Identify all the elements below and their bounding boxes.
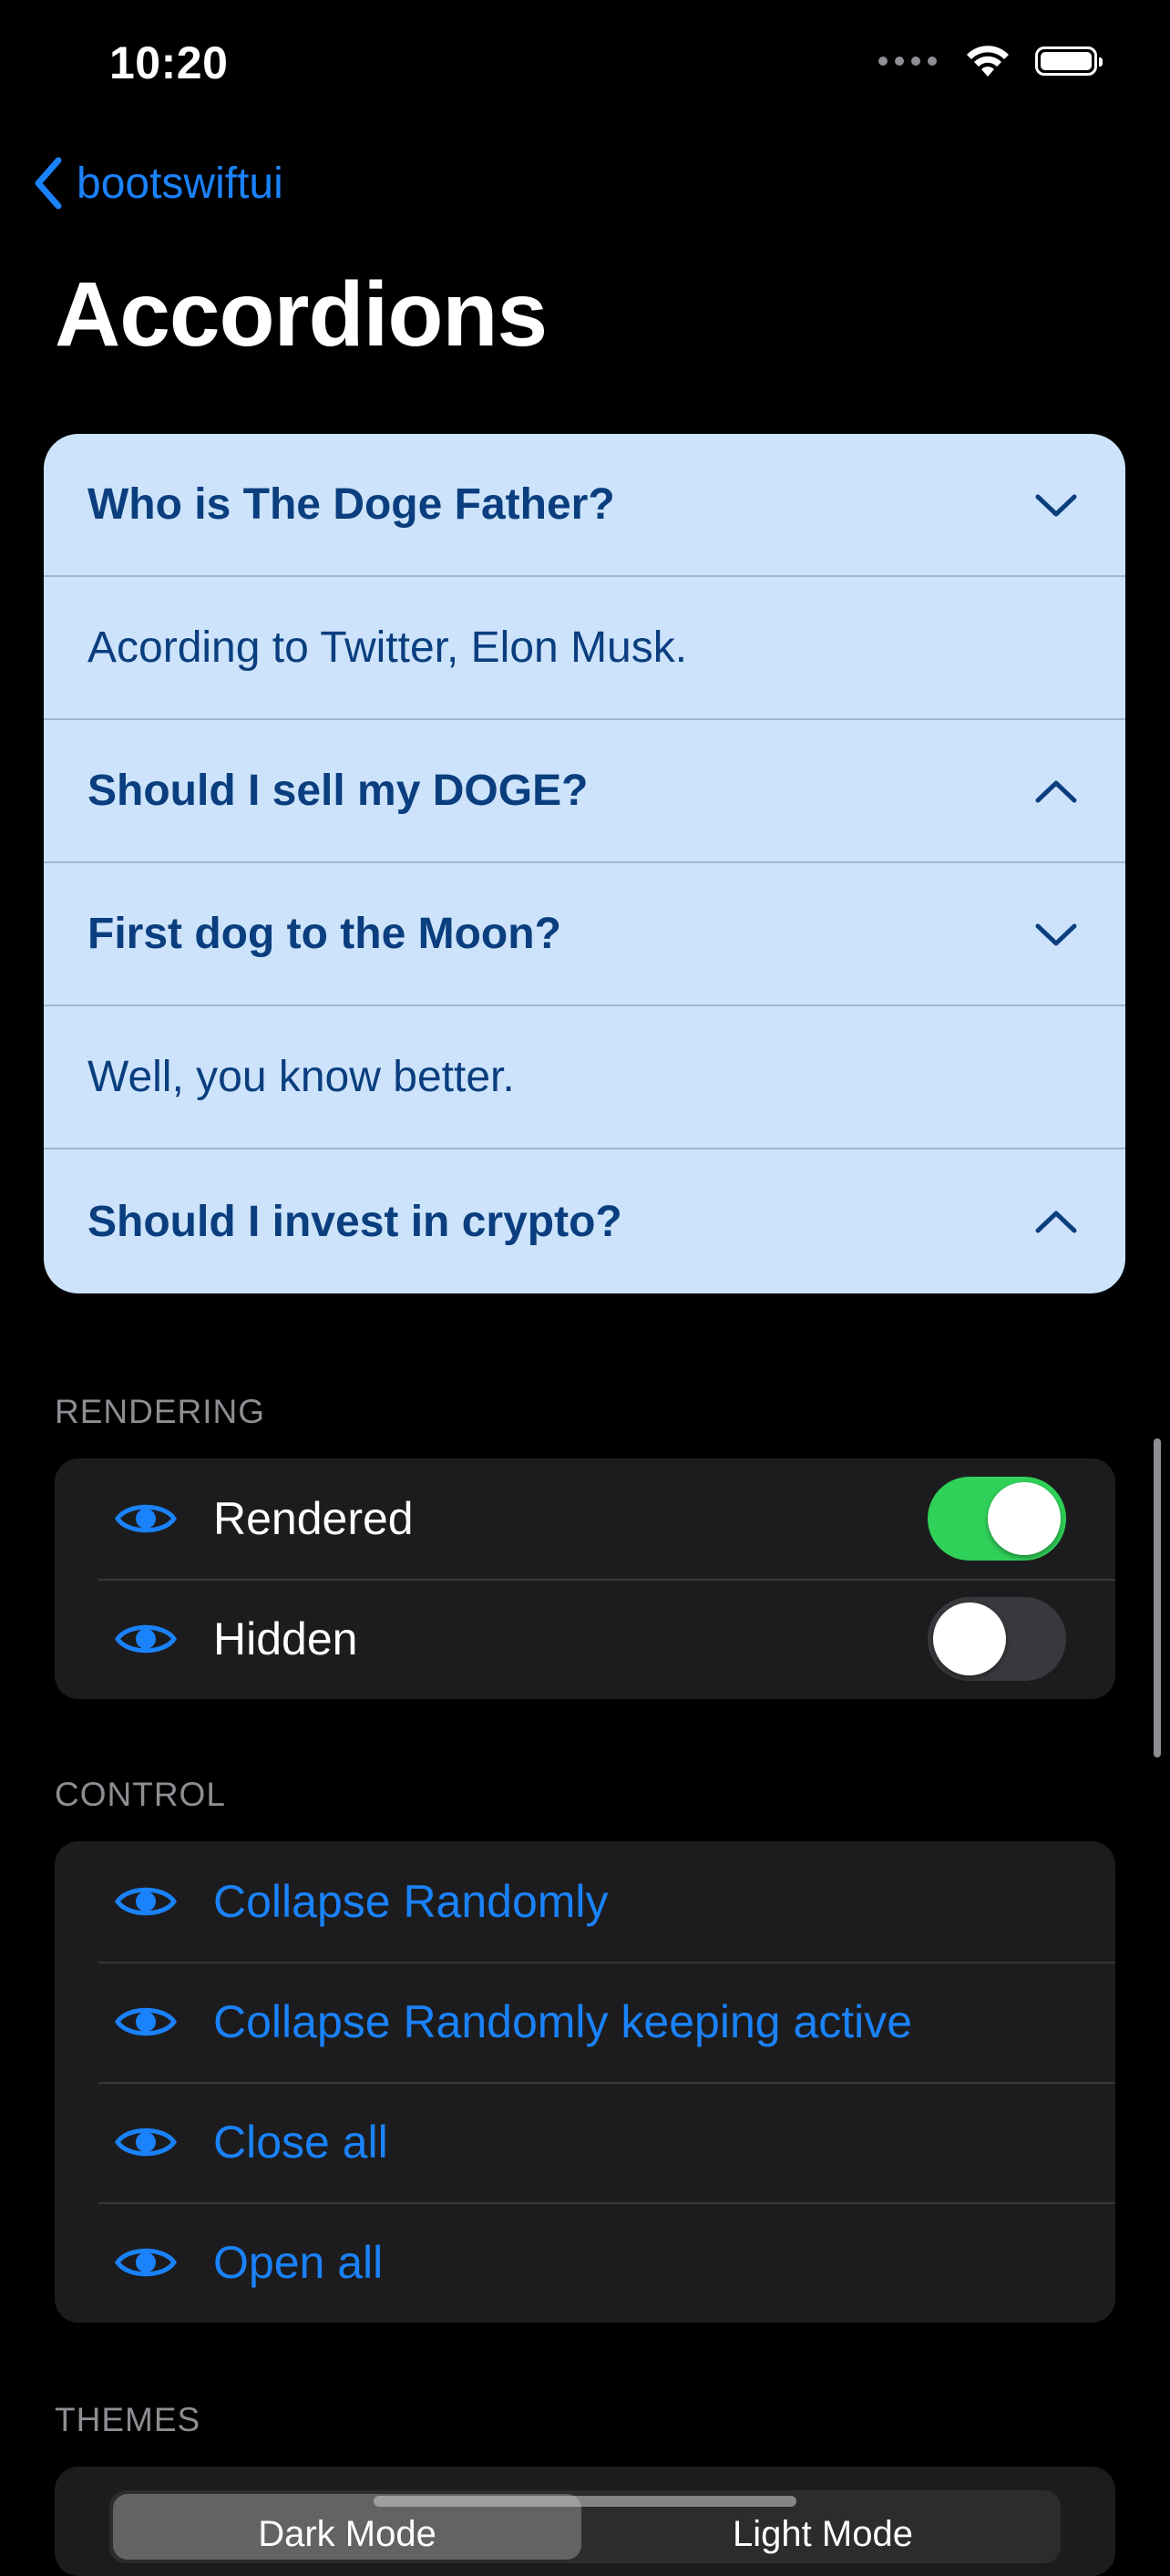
- rendering-row-rendered: Rendered: [55, 1458, 1115, 1579]
- rendering-row-hidden: Hidden: [55, 1579, 1115, 1699]
- eye-icon: [115, 1887, 177, 1916]
- rendering-group: Rendered Hidden: [55, 1458, 1115, 1699]
- control-label: Collapse Randomly keeping active: [213, 1996, 913, 2047]
- accordion-header-label: Should I invest in crypto?: [87, 1197, 622, 1246]
- chevron-down-icon: [1035, 923, 1077, 945]
- status-time: 10:20: [109, 37, 229, 88]
- accordion-header-label: First dog to the Moon?: [87, 910, 561, 958]
- chevron-up-icon: [1035, 780, 1077, 802]
- control-label: Collapse Randomly: [213, 1876, 609, 1927]
- hidden-toggle[interactable]: [928, 1597, 1066, 1681]
- rendering-label: Hidden: [213, 1613, 358, 1664]
- rendered-toggle[interactable]: [928, 1477, 1066, 1561]
- accordion-header-label: Who is The Doge Father?: [87, 480, 615, 529]
- control-label: Close all: [213, 2117, 388, 2168]
- battery-icon: [1035, 46, 1103, 76]
- back-label: bootswiftui: [77, 159, 283, 208]
- back-button[interactable]: bootswiftui: [33, 157, 283, 210]
- accordion-content-dog-moon: Well, you know better.: [44, 1006, 1125, 1149]
- home-indicator[interactable]: [374, 2496, 796, 2507]
- accordion-header-sell-doge[interactable]: Should I sell my DOGE?: [44, 720, 1125, 863]
- eye-icon: [115, 2007, 177, 2036]
- accordion-header-invest-crypto[interactable]: Should I invest in crypto?: [44, 1149, 1125, 1293]
- section-label-rendering: RENDERING: [55, 1393, 266, 1430]
- section-label-themes: THEMES: [55, 2401, 201, 2438]
- control-collapse-randomly-keeping-active-button[interactable]: Collapse Randomly keeping active: [55, 1962, 1115, 2082]
- themes-group: Dark Mode Light Mode: [55, 2467, 1115, 2576]
- scrollbar[interactable]: [1154, 1438, 1161, 1757]
- status-icons: [878, 44, 1103, 78]
- chevron-down-icon: [1035, 494, 1077, 516]
- rendering-label: Rendered: [213, 1493, 414, 1544]
- accordion-header-dog-moon[interactable]: First dog to the Moon?: [44, 863, 1125, 1006]
- control-group: Collapse Randomly Collapse Randomly keep…: [55, 1841, 1115, 2323]
- eye-icon: [115, 2248, 177, 2277]
- chevron-left-icon: [35, 157, 62, 210]
- control-close-all-button[interactable]: Close all: [55, 2082, 1115, 2202]
- cellular-signal-icon: [878, 57, 937, 66]
- accordion: Who is The Doge Father? Acording to Twit…: [44, 434, 1125, 1293]
- control-open-all-button[interactable]: Open all: [55, 2202, 1115, 2323]
- eye-icon: [115, 1624, 177, 1654]
- accordion-content-text: Well, you know better.: [87, 1053, 515, 1101]
- wifi-icon: [967, 46, 1009, 77]
- control-label: Open all: [213, 2237, 384, 2288]
- accordion-header-label: Should I sell my DOGE?: [87, 767, 589, 815]
- accordion-header-doge-father[interactable]: Who is The Doge Father?: [44, 434, 1125, 577]
- chevron-up-icon: [1035, 1211, 1077, 1233]
- accordion-content-text: Acording to Twitter, Elon Musk.: [87, 623, 688, 672]
- control-collapse-randomly-button[interactable]: Collapse Randomly: [55, 1841, 1115, 1962]
- section-label-control: CONTROL: [55, 1776, 226, 1813]
- eye-icon: [115, 2128, 177, 2157]
- eye-icon: [115, 1504, 177, 1533]
- accordion-content-doge-father: Acording to Twitter, Elon Musk.: [44, 577, 1125, 720]
- page-title: Accordions: [55, 263, 548, 366]
